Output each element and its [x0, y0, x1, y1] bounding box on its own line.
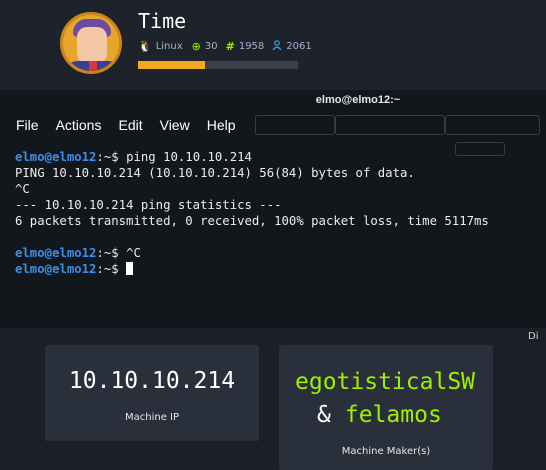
text-cursor[interactable]	[126, 262, 134, 275]
side-text-fragment: Di	[528, 331, 539, 342]
terminal-line: elmo@elmo12:~$	[15, 261, 538, 277]
linux-penguin-icon: 🐧	[138, 39, 152, 53]
prompt-suffix: :~$	[96, 246, 127, 260]
terminal-titlebar[interactable]: elmo@elmo12:~	[0, 90, 546, 112]
command-text: ^C	[126, 246, 141, 260]
machine-ip-value[interactable]: 10.10.10.214	[45, 368, 259, 394]
prompt-user: elmo@elmo12	[15, 262, 97, 276]
prompt-suffix: :~$	[96, 150, 127, 164]
users-value: 2061	[286, 40, 312, 52]
terminal-line: --- 10.10.10.214 ping statistics ---	[15, 197, 538, 213]
output-text: 6 packets transmitted, 0 received, 100% …	[15, 214, 489, 228]
points-value: 30	[204, 40, 218, 52]
maker-name-2[interactable]: felamos	[345, 402, 442, 428]
machine-name: Time	[138, 9, 187, 33]
progress-fill	[138, 61, 206, 69]
maker-line-2: & felamos	[317, 402, 442, 428]
machine-maker-card: egotisticalSW & felamos Machine Maker(s)	[279, 345, 493, 470]
difficulty-progress-bar	[138, 61, 298, 69]
menu-file[interactable]: File	[16, 117, 39, 137]
machine-avatar	[60, 12, 122, 74]
terminal-line: elmo@elmo12:~$ ^C	[15, 245, 538, 261]
terminal-line: elmo@elmo12:~$ ping 10.10.10.214	[15, 149, 538, 165]
terminal-line: 6 packets transmitted, 0 received, 100% …	[15, 213, 538, 229]
output-text: PING 10.10.10.214 (10.10.10.214) 56(84) …	[15, 166, 415, 180]
owns-value: 1958	[238, 40, 265, 52]
machine-maker-label: Machine Maker(s)	[341, 446, 431, 457]
terminal-menubar: File Actions Edit View Help	[0, 117, 253, 137]
os-label: Linux	[155, 40, 183, 52]
terminal-title: elmo@elmo12:~	[315, 94, 401, 106]
terminal-output[interactable]: elmo@elmo12:~$ ping 10.10.10.214 PING 10.…	[15, 149, 538, 277]
output-text: --- 10.10.10.214 ping statistics ---	[15, 198, 282, 212]
hash-icon: #	[225, 39, 235, 53]
machine-meta: 🐧 Linux ⊕ 30 # 1958 2061	[138, 38, 312, 54]
command-text: ping 10.10.10.214	[126, 150, 252, 164]
maker-name-1[interactable]: egotisticalSW	[295, 369, 475, 395]
machine-header: Time 🐧 Linux ⊕ 30 # 1958 2061	[0, 0, 546, 90]
menu-view[interactable]: View	[160, 117, 190, 137]
maker-ampersand: &	[317, 402, 331, 428]
prompt-suffix: :~$	[96, 262, 127, 276]
terminal-line: ^C	[15, 181, 538, 197]
machine-ip-card: 10.10.10.214 Machine IP	[45, 345, 259, 441]
avatar-tie	[89, 61, 97, 71]
background-ghost-element	[255, 115, 335, 135]
background-ghost-element	[445, 115, 540, 135]
prompt-user: elmo@elmo12	[15, 246, 97, 260]
user-icon	[272, 39, 282, 53]
terminal-window[interactable]: elmo@elmo12:~ File Actions Edit View Hel…	[0, 90, 546, 328]
background-ghost-element	[335, 115, 445, 135]
machine-ip-label: Machine IP	[124, 412, 180, 423]
prompt-user: elmo@elmo12	[15, 150, 97, 164]
menu-edit[interactable]: Edit	[118, 117, 142, 137]
menu-help[interactable]: Help	[207, 117, 236, 137]
terminal-line: PING 10.10.10.214 (10.10.10.214) 56(84) …	[15, 165, 538, 181]
output-text: ^C	[15, 182, 30, 196]
menu-actions[interactable]: Actions	[56, 117, 102, 137]
avatar-face	[77, 27, 107, 65]
target-icon: ⊕	[191, 39, 201, 53]
